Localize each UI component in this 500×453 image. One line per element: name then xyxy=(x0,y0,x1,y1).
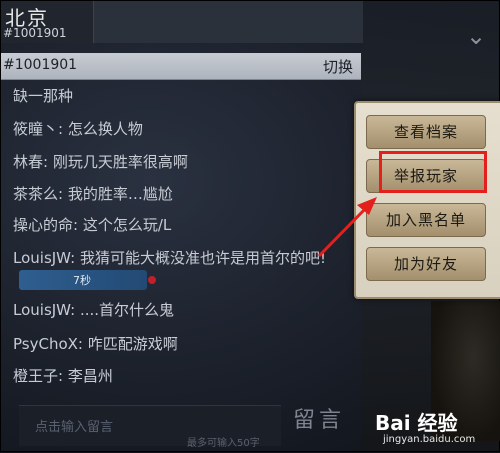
watermark-url: jingyan.baidu.com xyxy=(383,434,476,445)
baidu-watermark: Bai 经验 xyxy=(375,411,458,435)
pointer-arrow-icon xyxy=(317,197,377,258)
game-chat-screen: 北京 #1001901 ⌄ #1001901 切换 缺一那种 筱瞳丶: 怎么换人… xyxy=(0,0,500,452)
